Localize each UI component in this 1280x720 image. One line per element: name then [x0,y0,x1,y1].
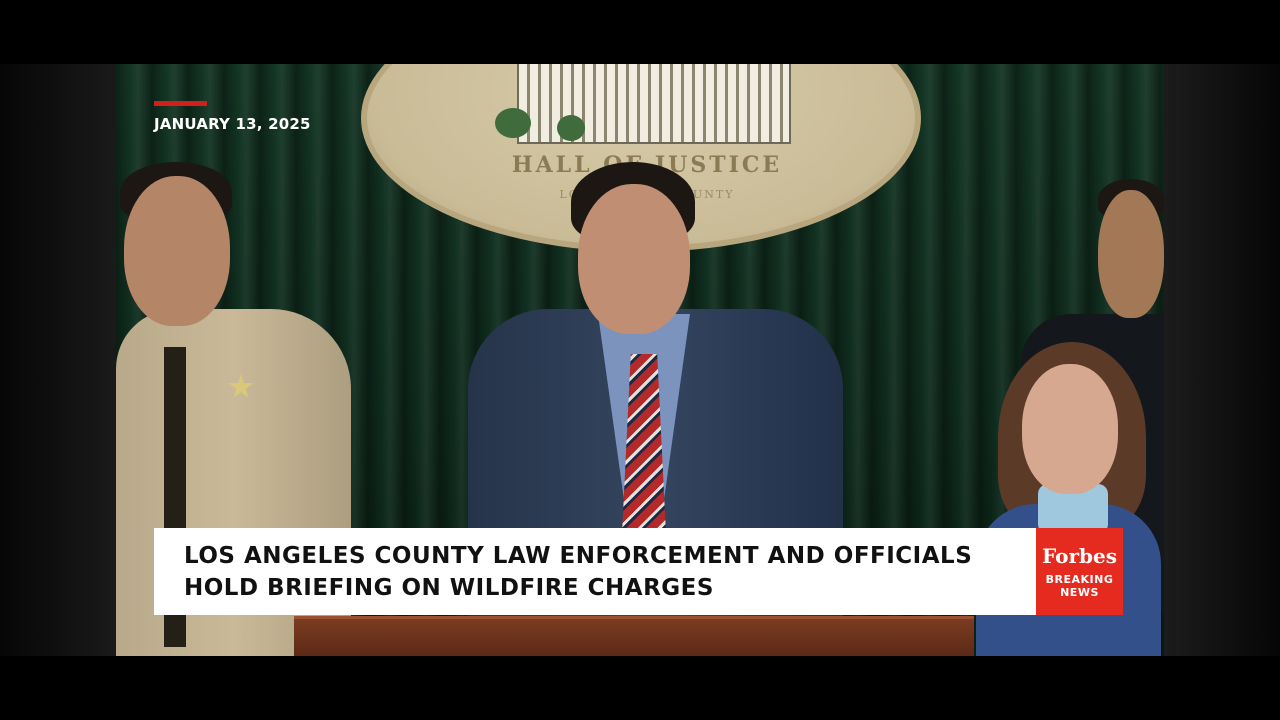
podium [294,616,974,656]
breaking-news-label: BREAKING NEWS [1046,573,1114,599]
lower-third-banner: LOS ANGELES COUNTY LAW ENFORCEMENT AND O… [154,528,1036,615]
seal-tree [557,115,585,141]
letterbox-bottom [0,656,1280,720]
sheriff-face [124,176,230,326]
speaker-face [578,184,690,334]
letterbox-top [0,0,1280,64]
headline-line-1: LOS ANGELES COUNTY LAW ENFORCEMENT AND O… [184,543,973,569]
headline-line-2: HOLD BRIEFING ON WILDFIRE CHARGES [184,575,714,601]
left-blur-border [0,64,116,656]
date-accent-bar [154,101,207,106]
headline: LOS ANGELES COUNTY LAW ENFORCEMENT AND O… [184,540,1024,604]
woman-face [1022,364,1118,494]
officer-face [1098,190,1164,318]
forbes-breaking-news-badge: Forbes BREAKING NEWS [1036,528,1123,615]
breaking-label: BREAKING [1045,572,1114,586]
news-label: NEWS [1060,585,1099,599]
seal-tree [495,108,531,138]
forbes-logo: Forbes [1042,543,1117,568]
date-label: JANUARY 13, 2025 [154,115,311,133]
right-blur-border [1164,64,1280,656]
